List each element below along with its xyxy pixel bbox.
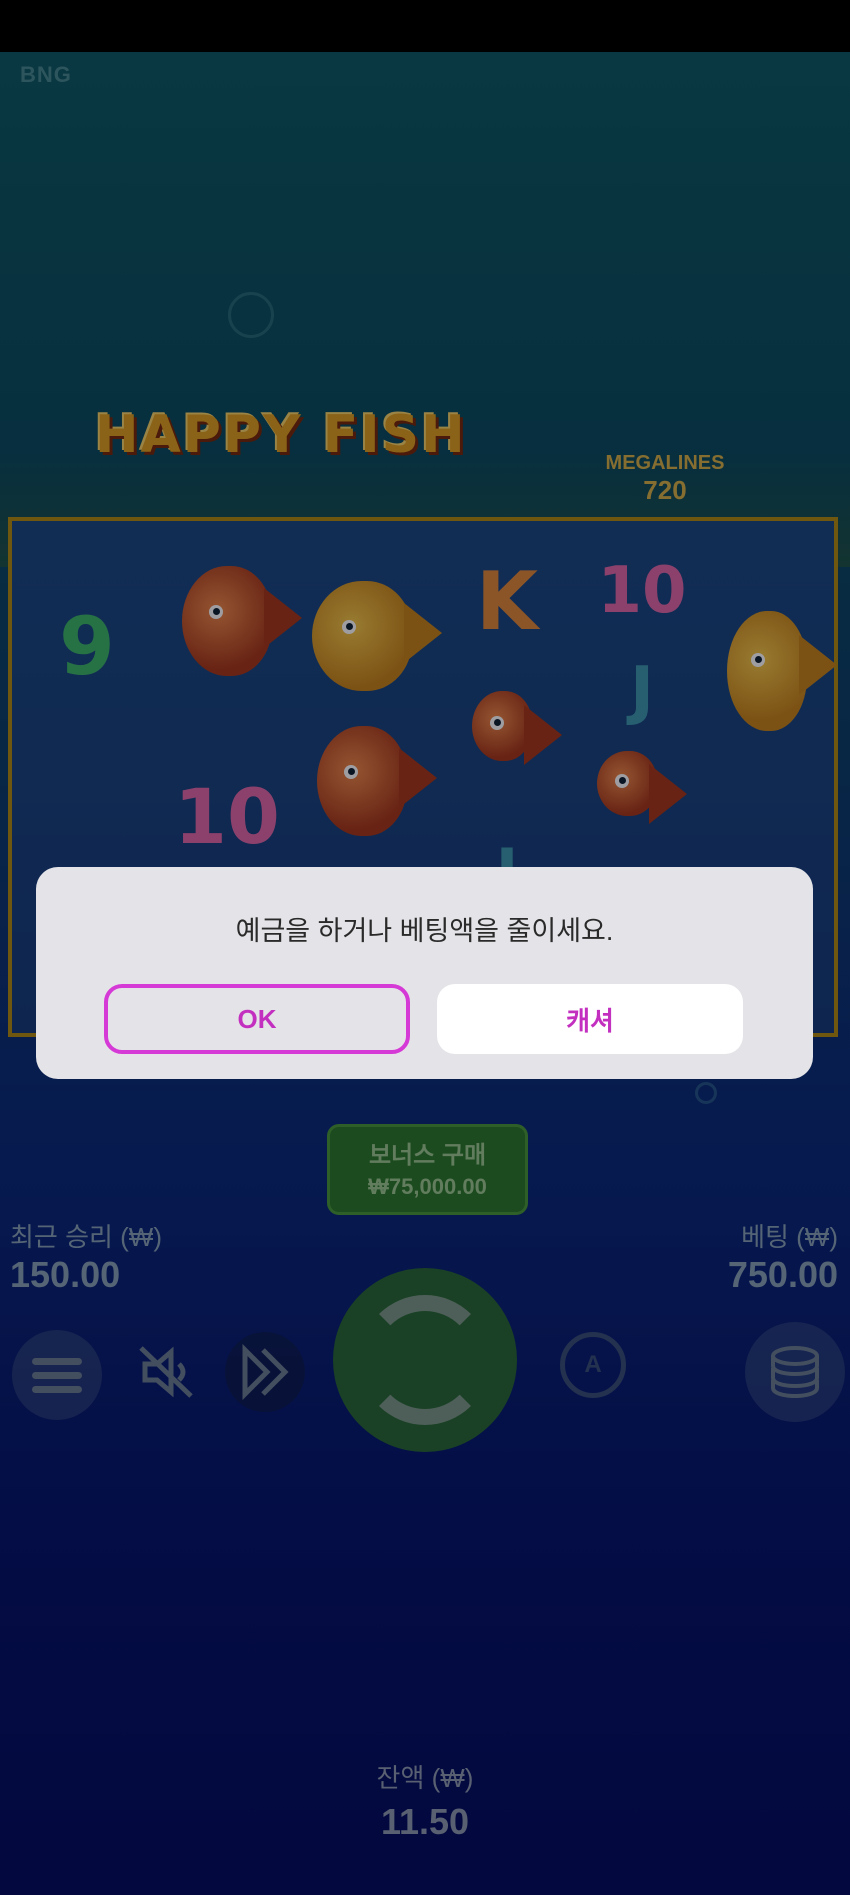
status-bar (0, 0, 850, 52)
cashier-button[interactable]: 캐셔 (437, 984, 743, 1054)
insufficient-funds-dialog: 예금을 하거나 베팅액을 줄이세요. OK 캐셔 (36, 867, 813, 1079)
ok-button[interactable]: OK (104, 984, 410, 1054)
dialog-message: 예금을 하거나 베팅액을 줄이세요. (235, 916, 614, 946)
